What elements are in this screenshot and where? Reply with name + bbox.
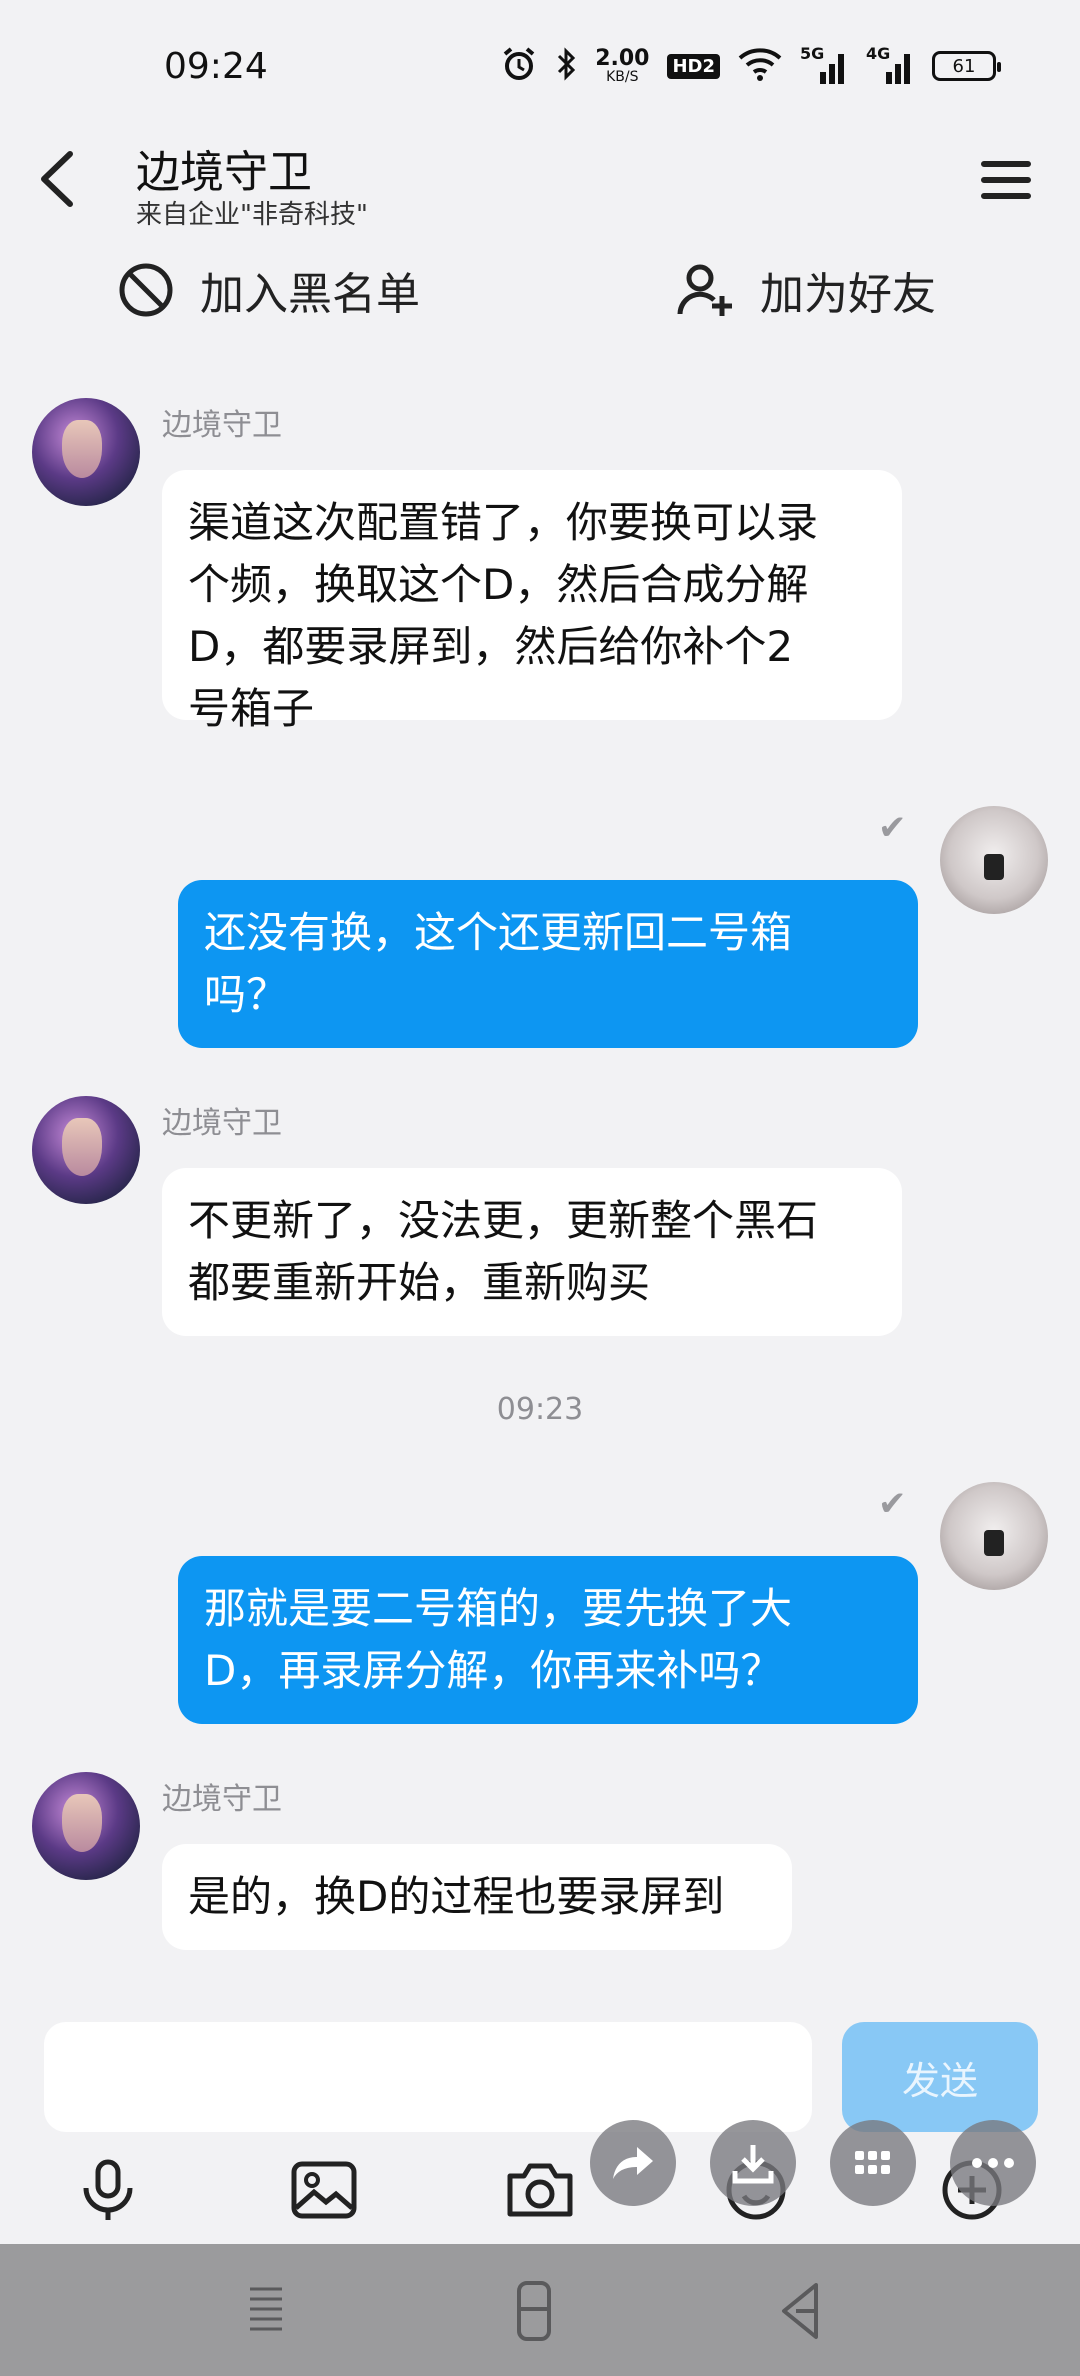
read-status-icon: ✔ xyxy=(878,808,907,848)
nav-menu-button[interactable] xyxy=(226,2276,306,2346)
message-line: D，再录屏分解，你再来补吗？ xyxy=(204,1646,783,1695)
battery-indicator: 61 xyxy=(932,51,1001,81)
nav-back-button[interactable] xyxy=(760,2276,840,2346)
home-icon xyxy=(517,2281,551,2341)
contact-actions: 加入黑名单 加为好友 xyxy=(0,240,1080,340)
image-button[interactable] xyxy=(284,2150,364,2230)
message-line: 都要重新开始，重新购买 xyxy=(188,1258,651,1307)
message-bubble-incoming[interactable]: 渠道这次配置错了，你要换可以录 个频，换取这个D，然后合成分解 D，都要录屏到，… xyxy=(162,470,902,733)
message-line: 是的，换D的过程也要录屏到 xyxy=(188,1872,725,1921)
chat-subtitle: 来自企业"非奇科技" xyxy=(136,200,368,230)
wifi-icon xyxy=(738,46,782,86)
add-user-icon xyxy=(677,264,732,316)
message-line: 那就是要二号箱的，要先换了大 xyxy=(204,1584,793,1633)
message-input[interactable] xyxy=(44,2022,812,2132)
chat-header: 边境守卫 来自企业"非奇科技" xyxy=(0,120,1080,240)
contact-avatar[interactable] xyxy=(32,398,140,506)
nav-home-button[interactable] xyxy=(494,2276,574,2346)
message-timestamp: 09:23 xyxy=(496,1392,584,1427)
hd-badge: HD2 xyxy=(667,53,720,79)
message-line: 不更新了，没法更，更新整个黑石 xyxy=(188,1196,819,1245)
message-line: 渠道这次配置错了，你要换可以录 xyxy=(188,498,819,547)
download-icon xyxy=(732,2145,774,2184)
signal-5g-icon: 5G xyxy=(800,44,848,84)
block-button[interactable]: 加入黑名单 xyxy=(116,258,420,322)
voice-button[interactable] xyxy=(68,2150,148,2230)
apps-float-button[interactable] xyxy=(830,2120,916,2206)
grid-icon xyxy=(855,2151,890,2174)
system-nav-bar xyxy=(0,2244,1080,2376)
lines-icon xyxy=(250,2287,282,2331)
message-line: 吗？ xyxy=(204,970,289,1019)
sender-name: 边境守卫 xyxy=(162,1782,282,1817)
block-icon xyxy=(119,263,173,317)
microphone-icon xyxy=(83,2159,133,2220)
back-triangle-icon xyxy=(782,2283,818,2339)
share-float-button[interactable] xyxy=(590,2120,676,2206)
message-line: 还没有换，这个还更新回二号箱 xyxy=(204,908,793,957)
share-arrow-icon xyxy=(613,2147,653,2179)
block-label: 加入黑名单 xyxy=(200,269,420,320)
status-bar: 09:24 2.00 KB/S HD2 5G 4G 61 xyxy=(0,0,1080,120)
compose-bar: 发送 xyxy=(0,2000,1080,2244)
message-bubble-outgoing[interactable]: 那就是要二号箱的，要先换了大 D，再录屏分解，你再来补吗？ xyxy=(178,1556,918,1724)
chat-screen: 09:24 2.00 KB/S HD2 5G 4G 61 边境守卫 来自企业"非… xyxy=(0,0,1080,2376)
my-avatar[interactable] xyxy=(940,1482,1048,1590)
contact-avatar[interactable] xyxy=(32,1772,140,1880)
contact-avatar[interactable] xyxy=(32,1096,140,1204)
chat-title: 边境守卫 xyxy=(136,147,312,198)
image-icon xyxy=(291,2161,357,2219)
net-speed: 2.00 KB/S xyxy=(595,46,650,85)
status-time: 09:24 xyxy=(164,46,268,87)
send-button[interactable]: 发送 xyxy=(842,2022,1038,2132)
sender-name: 边境守卫 xyxy=(162,408,282,443)
message-list: 边境守卫 渠道这次配置错了，你要换可以录 个频，换取这个D，然后合成分解 D，都… xyxy=(0,340,1080,2000)
back-button[interactable] xyxy=(30,144,90,214)
add-friend-label: 加为好友 xyxy=(760,269,936,320)
menu-button[interactable] xyxy=(970,150,1040,210)
add-friend-button[interactable]: 加为好友 xyxy=(676,258,936,322)
message-line: 个频，换取这个D，然后合成分解 xyxy=(188,560,809,609)
status-icons: 2.00 KB/S HD2 5G 4G 61 xyxy=(501,44,1001,86)
sender-name: 边境守卫 xyxy=(162,1106,282,1141)
message-line: D，都要录屏到，然后给你补个2 xyxy=(188,622,794,671)
signal-4g-icon: 4G xyxy=(866,44,914,84)
ellipsis-icon xyxy=(972,2158,1014,2168)
read-status-icon: ✔ xyxy=(878,1484,907,1524)
chevron-left-icon xyxy=(41,151,73,207)
message-bubble-incoming[interactable]: 是的，换D的过程也要录屏到 xyxy=(162,1844,792,1950)
bluetooth-icon xyxy=(555,46,577,86)
message-bubble-outgoing[interactable]: 还没有换，这个还更新回二号箱 吗？ xyxy=(178,880,918,1048)
more-float-button[interactable] xyxy=(950,2120,1036,2206)
camera-button[interactable] xyxy=(500,2150,580,2230)
camera-icon xyxy=(507,2163,573,2217)
download-float-button[interactable] xyxy=(710,2120,796,2206)
message-bubble-incoming[interactable]: 不更新了，没法更，更新整个黑石 都要重新开始，重新购买 xyxy=(162,1168,902,1336)
alarm-icon xyxy=(501,46,537,86)
my-avatar[interactable] xyxy=(940,806,1048,914)
message-line: 号箱子 xyxy=(188,684,315,733)
hamburger-menu-icon xyxy=(981,161,1031,199)
